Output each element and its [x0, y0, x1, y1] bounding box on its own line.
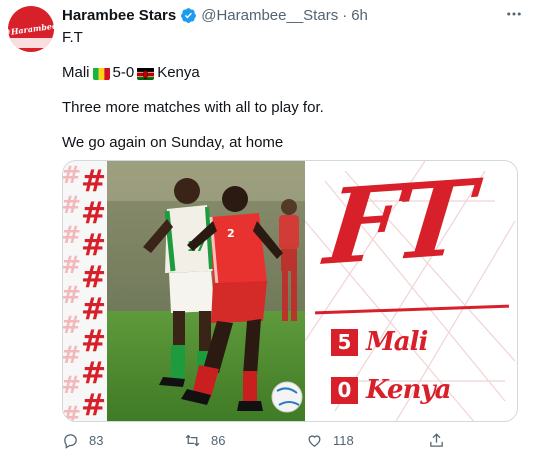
share-button[interactable]	[428, 430, 445, 450]
kenya-flag-icon	[137, 67, 155, 80]
svg-text:#: #	[81, 260, 106, 295]
avatar[interactable]: #Harambee	[8, 6, 54, 52]
reply-button[interactable]: 83	[62, 430, 103, 450]
tweet-line-sunday: We go again on Sunday, at home	[62, 134, 284, 151]
tweet-line-matches: Three more matches with all to play for.	[62, 99, 324, 116]
reply-icon	[64, 433, 77, 449]
kenya-shirt-number: 2	[227, 227, 235, 240]
svg-text:#: #	[63, 341, 81, 369]
avatar-logo-text: #Harambee	[8, 20, 54, 38]
tweet-line-ft: F.T	[62, 29, 83, 46]
svg-text:#: #	[81, 228, 106, 263]
score-team-right: Kenya	[157, 64, 200, 81]
like-button[interactable]: 118	[306, 430, 354, 450]
avatar-band	[8, 38, 54, 48]
more-icon[interactable]	[505, 5, 523, 24]
svg-text:#: #	[81, 356, 106, 391]
mali-flag-icon	[92, 67, 110, 80]
result-row-mali: 5 Mali	[331, 327, 428, 357]
result-team-mali: Mali	[366, 327, 428, 357]
svg-text:#: #	[81, 196, 106, 231]
svg-text:#: #	[81, 324, 106, 359]
verified-badge-icon	[180, 7, 197, 24]
like-count: 118	[333, 432, 354, 448]
tweet-line-score: Mali 5-0 Kenya	[62, 63, 200, 83]
hashtag-pattern: # # # # # # # # # # # # # # # # #	[63, 161, 107, 422]
share-icon	[430, 432, 443, 447]
display-name[interactable]: Harambee Stars	[62, 7, 176, 24]
svg-text:#: #	[81, 292, 106, 327]
scoreboard-panel: FT 5 Mali 0 Kenya	[305, 160, 517, 421]
result-score-kenya: 0	[331, 376, 358, 404]
like-icon	[308, 434, 321, 447]
svg-text:#: #	[81, 164, 106, 199]
timestamp[interactable]: 6h	[351, 7, 368, 24]
separator-dot: ·	[342, 6, 348, 24]
result-team-kenya: Kenya	[366, 375, 451, 405]
svg-text:#: #	[63, 221, 81, 249]
user-handle[interactable]: @Harambee__Stars	[201, 7, 338, 24]
full-time-title: FT	[319, 160, 474, 289]
svg-text:#: #	[63, 311, 81, 339]
svg-text:#: #	[63, 161, 81, 189]
retweet-count: 86	[211, 432, 226, 448]
match-photo: 17 2	[107, 161, 305, 421]
retweet-button[interactable]: 86	[184, 430, 225, 450]
svg-text:#: #	[63, 281, 81, 309]
svg-text:#: #	[63, 371, 81, 399]
svg-text:#: #	[63, 401, 81, 422]
svg-text:#: #	[81, 388, 106, 422]
retweet-icon	[185, 434, 200, 446]
reply-count: 83	[89, 432, 104, 448]
result-row-kenya: 0 Kenya	[331, 375, 451, 405]
svg-text:#: #	[63, 191, 81, 219]
svg-text:#: #	[63, 251, 81, 279]
tweet-media-image[interactable]: # # # # # # # # # # # # # # # # # 2 FT 5…	[62, 160, 518, 422]
tweet-actions: 83 86 118	[62, 428, 518, 452]
result-score-mali: 5	[331, 328, 358, 356]
score-team-left: Mali	[62, 64, 90, 81]
score-value: 5-0	[112, 64, 135, 81]
tweet-header: Harambee Stars @Harambee__Stars · 6h	[62, 5, 523, 25]
